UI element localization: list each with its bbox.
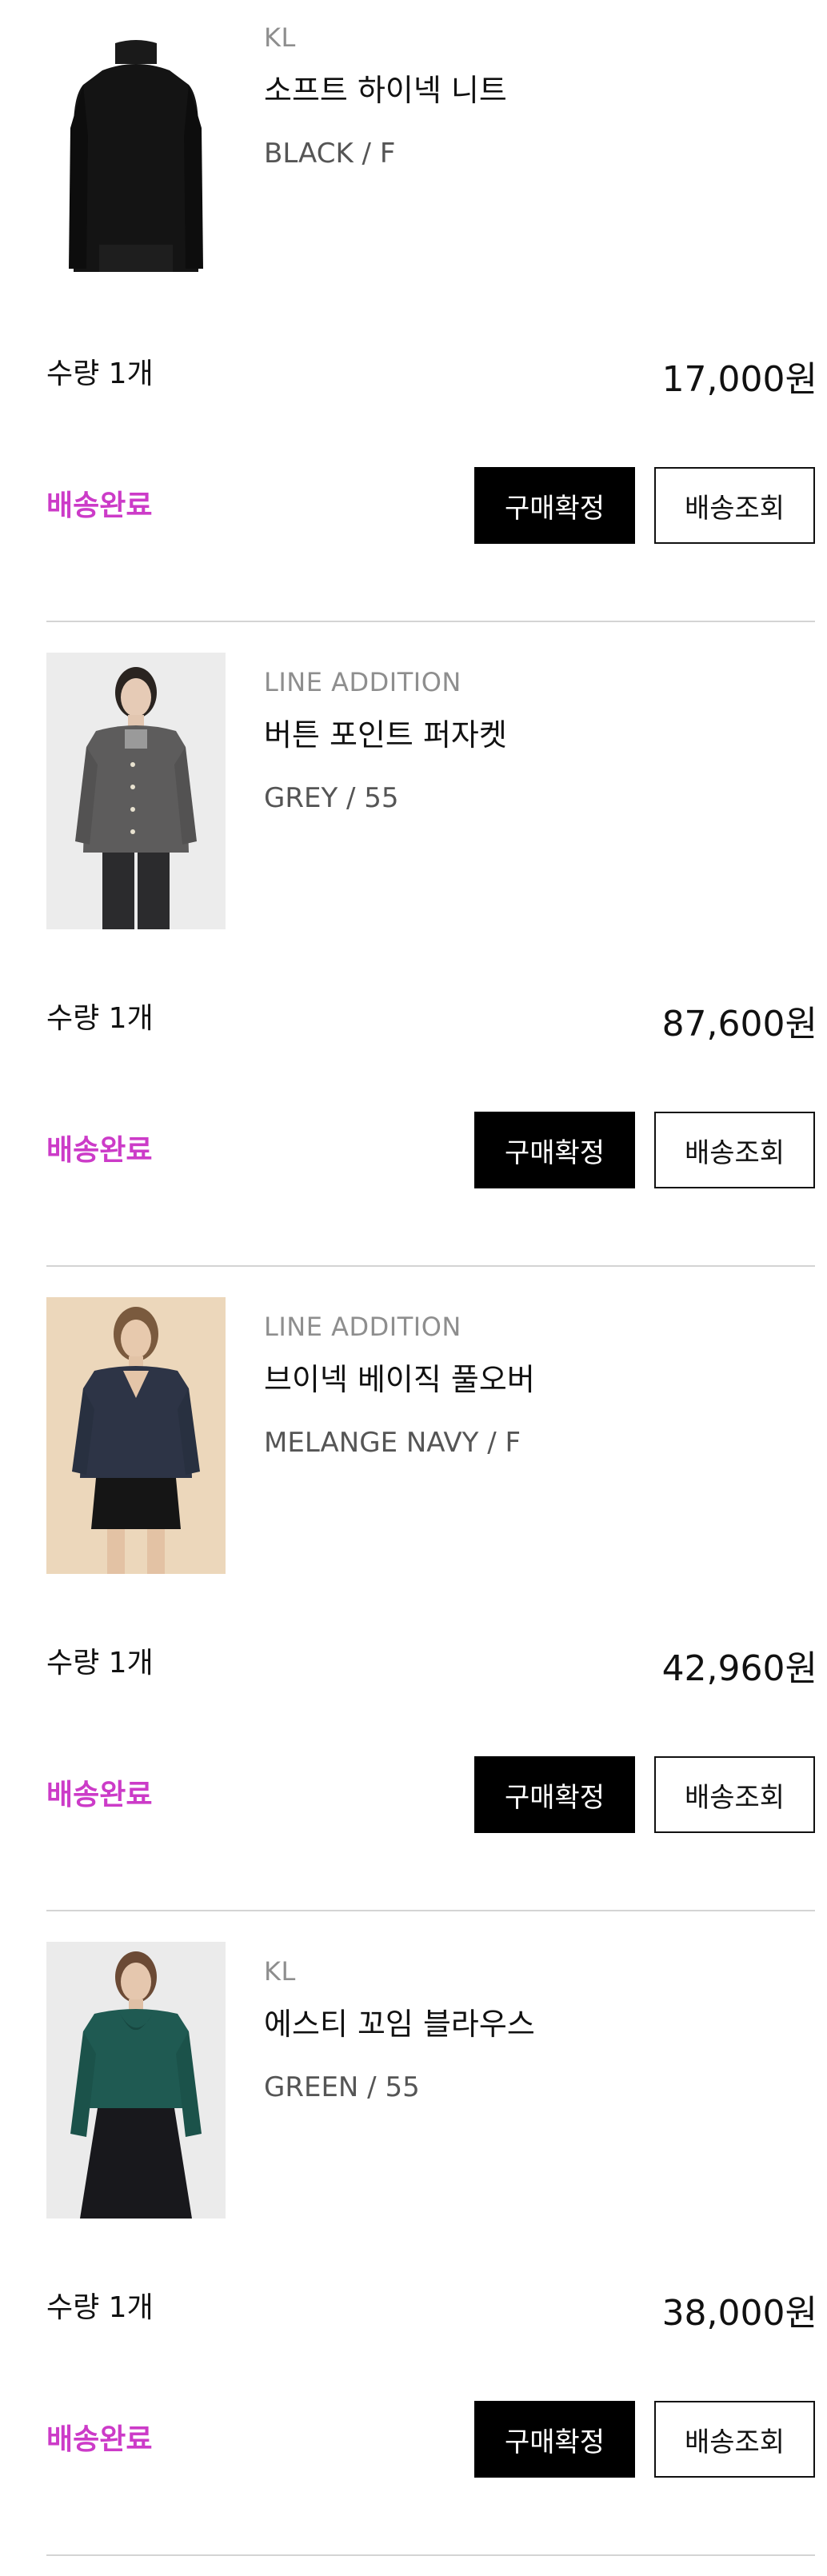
confirm-purchase-button[interactable]: 구매확정 bbox=[474, 467, 635, 544]
product-image-navy-vneck-pullover[interactable] bbox=[46, 1297, 226, 1574]
price-text: 87,600원 bbox=[661, 1004, 817, 1044]
delivery-status: 배송완료 bbox=[46, 1779, 153, 1811]
product-option: MELANGE NAVY / F bbox=[264, 1427, 521, 1459]
brand-label: LINE ADDITION bbox=[264, 667, 461, 697]
delivery-status: 배송완료 bbox=[46, 2423, 153, 2456]
order-item: LINE ADDITION 브이넥 베이직 풀오버 MELANGE NAVY /… bbox=[0, 1297, 827, 1942]
track-delivery-button[interactable]: 배송조회 bbox=[654, 2401, 815, 2478]
item-divider bbox=[46, 1910, 815, 1911]
quantity-text: 수량 1개 bbox=[46, 357, 154, 390]
brand-label: KL bbox=[264, 1956, 296, 1987]
brand-label: LINE ADDITION bbox=[264, 1312, 461, 1342]
quantity-text: 수량 1개 bbox=[46, 2291, 154, 2324]
product-option: GREY / 55 bbox=[264, 782, 399, 814]
order-item: LINE ADDITION 버튼 포인트 퍼자켓 GREY / 55 수량 1개… bbox=[0, 653, 827, 1297]
product-image-black-highneck-knit[interactable] bbox=[46, 8, 226, 285]
quantity-text: 수량 1개 bbox=[46, 1002, 154, 1035]
confirm-purchase-button[interactable]: 구매확정 bbox=[474, 1112, 635, 1188]
product-name[interactable]: 소프트 하이넥 니트 bbox=[264, 66, 507, 110]
item-divider bbox=[46, 1265, 815, 1267]
track-delivery-button[interactable]: 배송조회 bbox=[654, 467, 815, 544]
order-list: KL 소프트 하이넥 니트 BLACK / F 수량 1개 17,000원 배송… bbox=[0, 0, 827, 2576]
product-name[interactable]: 에스티 꼬임 블라우스 bbox=[264, 1999, 535, 2043]
track-delivery-button[interactable]: 배송조회 bbox=[654, 1756, 815, 1833]
track-delivery-button[interactable]: 배송조회 bbox=[654, 1112, 815, 1188]
brand-label: KL bbox=[264, 22, 296, 53]
price-text: 42,960원 bbox=[661, 1648, 817, 1689]
delivery-status: 배송완료 bbox=[46, 489, 153, 522]
confirm-purchase-button[interactable]: 구매확정 bbox=[474, 1756, 635, 1833]
confirm-purchase-button[interactable]: 구매확정 bbox=[474, 2401, 635, 2478]
item-divider bbox=[46, 2554, 815, 2556]
item-divider bbox=[46, 621, 815, 622]
price-text: 17,000원 bbox=[661, 359, 817, 400]
product-option: BLACK / F bbox=[264, 138, 396, 170]
product-image-grey-fur-jacket[interactable] bbox=[46, 653, 226, 929]
order-item: KL 에스티 꼬임 블라우스 GREEN / 55 수량 1개 38,000원 … bbox=[0, 1942, 827, 2576]
product-name[interactable]: 버튼 포인트 퍼자켓 bbox=[264, 710, 507, 754]
product-name[interactable]: 브이넥 베이직 풀오버 bbox=[264, 1355, 535, 1399]
product-image-green-twist-blouse[interactable] bbox=[46, 1942, 226, 2219]
price-text: 38,000원 bbox=[661, 2293, 817, 2334]
product-option: GREEN / 55 bbox=[264, 2071, 420, 2103]
order-item: KL 소프트 하이넥 니트 BLACK / F 수량 1개 17,000원 배송… bbox=[0, 8, 827, 653]
delivery-status: 배송완료 bbox=[46, 1134, 153, 1167]
quantity-text: 수량 1개 bbox=[46, 1647, 154, 1679]
